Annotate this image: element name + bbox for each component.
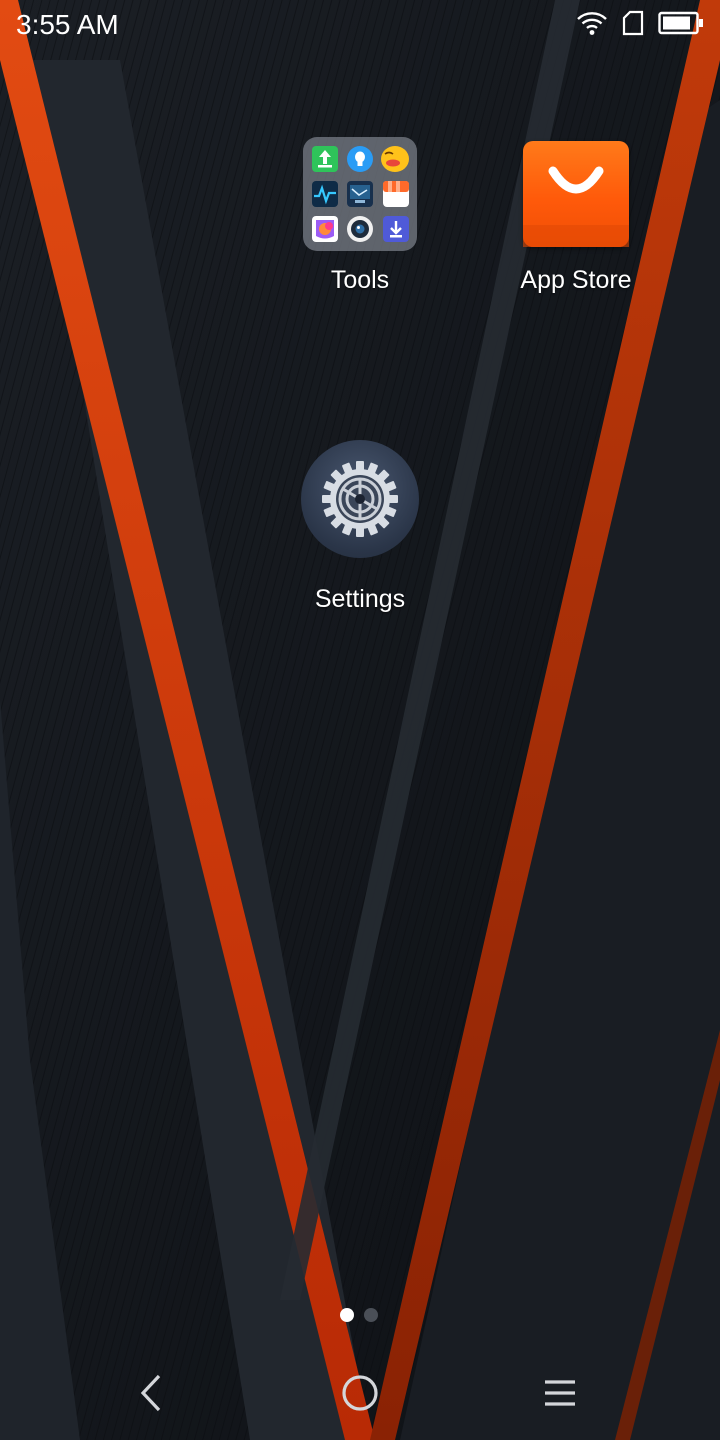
navigation-bar: [0, 1350, 720, 1440]
app-label: Settings: [314, 585, 406, 613]
app-settings[interactable]: Settings: [290, 440, 430, 614]
status-bar: 3:55 AM: [0, 0, 720, 50]
screen-recorder-icon: [347, 181, 373, 207]
menu-icon: [543, 1378, 577, 1413]
shopping-bag-icon: [523, 141, 629, 247]
theme-icon: [312, 216, 338, 242]
back-icon: [137, 1373, 167, 1418]
sim-card-icon: [622, 10, 644, 41]
app-label: App Store: [520, 266, 632, 294]
app-label: Tools: [330, 266, 390, 294]
app-tools[interactable]: Tools: [290, 137, 430, 295]
wifi-icon: [576, 10, 608, 41]
store-icon: [383, 181, 409, 207]
lightbulb-icon: [347, 146, 373, 172]
back-button[interactable]: [127, 1370, 177, 1420]
activity-icon: [312, 181, 338, 207]
menu-button[interactable]: [535, 1370, 585, 1420]
upload-icon: [312, 146, 338, 172]
home-button[interactable]: [335, 1370, 385, 1420]
app-app-store[interactable]: App Store: [505, 141, 647, 295]
status-icons: [576, 10, 704, 41]
camera-icon: [347, 216, 373, 242]
page-indicator: [340, 1308, 378, 1322]
home-screen: 3:55 AM Tools App Store Settings: [0, 0, 720, 1440]
page-dot-active[interactable]: [340, 1308, 354, 1322]
status-time: 3:55 AM: [16, 9, 119, 40]
home-icon: [340, 1373, 380, 1418]
folder-icon: [303, 137, 417, 251]
download-icon: [383, 216, 409, 242]
battery-icon: [658, 11, 704, 40]
gear-icon: [301, 440, 419, 558]
page-dot[interactable]: [364, 1308, 378, 1322]
emoji-icon: [381, 146, 409, 172]
